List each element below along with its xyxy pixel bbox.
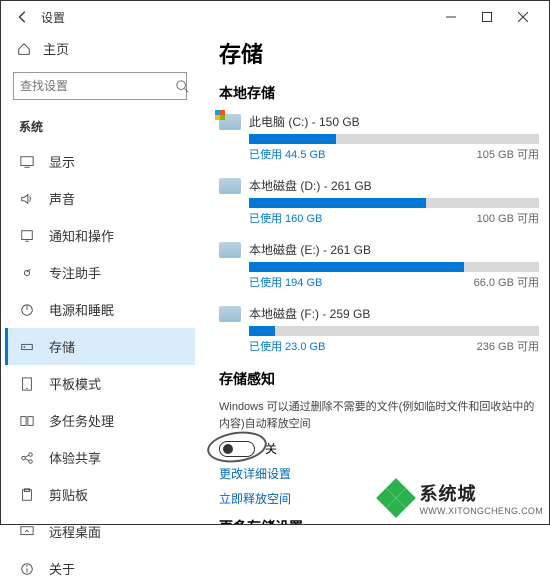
drive-bar [249, 134, 539, 144]
drive-name: 本地磁盘 (D:) - 261 GB [249, 177, 372, 194]
sidebar: 主页 系统 显示 声音 通知和操作 专注助手 电源和睡眠 存储 [1, 33, 199, 524]
share-icon [19, 450, 35, 466]
drive-free: 100 GB 可用 [477, 210, 539, 226]
nav-label: 电源和睡眠 [49, 300, 114, 319]
remote-icon [19, 524, 35, 540]
sidebar-item-focus[interactable]: 专注助手 [5, 254, 195, 291]
home-icon [17, 42, 31, 56]
nav-label: 显示 [49, 152, 75, 171]
sidebar-item-shared[interactable]: 体验共享 [5, 439, 195, 476]
nav-label: 多任务处理 [49, 411, 114, 430]
display-icon [19, 154, 35, 170]
watermark-url: WWW.XITONGCHENG.COM [419, 506, 543, 516]
drive-bar [249, 262, 539, 272]
drive-used: 已使用 44.5 GB [249, 146, 325, 162]
home-nav[interactable]: 主页 [5, 33, 195, 64]
page-title: 存储 [219, 37, 539, 69]
drive-free: 236 GB 可用 [477, 338, 539, 354]
info-icon [19, 561, 35, 577]
search-icon [175, 79, 189, 93]
window-title: 设置 [41, 9, 65, 26]
clipboard-icon [19, 487, 35, 503]
drive-icon [219, 178, 241, 194]
tablet-icon [19, 376, 35, 392]
nav-label: 专注助手 [49, 263, 101, 282]
storage-sense-toggle[interactable] [219, 441, 255, 457]
sidebar-item-power[interactable]: 电源和睡眠 [5, 291, 195, 328]
back-button[interactable] [9, 3, 37, 31]
drive-row[interactable]: 本地磁盘 (D:) - 261 GB 已使用 160 GB 100 GB 可用 [219, 177, 539, 227]
nav-label: 关于 [49, 559, 75, 578]
sidebar-item-display[interactable]: 显示 [5, 143, 195, 180]
sound-icon [19, 191, 35, 207]
nav-label: 存储 [49, 337, 75, 356]
drive-used: 已使用 23.0 GB [249, 338, 325, 354]
drive-used: 已使用 160 GB [249, 210, 322, 226]
notification-icon [19, 228, 35, 244]
toggle-label: 关 [265, 440, 277, 457]
watermark: 系统城 WWW.XITONGCHENG.COM [379, 480, 543, 516]
drive-used: 已使用 194 GB [249, 274, 322, 290]
maximize-button[interactable] [469, 3, 505, 31]
sidebar-item-about[interactable]: 关于 [5, 550, 195, 587]
storage-sense-title: 存储感知 [219, 369, 539, 389]
search-input-wrap[interactable] [13, 72, 187, 100]
drive-name: 此电脑 (C:) - 150 GB [249, 113, 360, 130]
more-storage-title: 更多存储设置 [219, 517, 539, 524]
drive-icon [219, 306, 241, 322]
drive-free: 105 GB 可用 [477, 146, 539, 162]
sidebar-item-clipboard[interactable]: 剪贴板 [5, 476, 195, 513]
drive-icon [219, 114, 241, 130]
sidebar-item-multitask[interactable]: 多任务处理 [5, 402, 195, 439]
multitask-icon [19, 413, 35, 429]
drive-bar [249, 326, 539, 336]
sidebar-section: 系统 [5, 112, 195, 143]
drive-bar [249, 198, 539, 208]
nav-label: 平板模式 [49, 374, 101, 393]
nav-label: 声音 [49, 189, 75, 208]
sidebar-item-remote[interactable]: 远程桌面 [5, 513, 195, 550]
close-button[interactable] [505, 3, 541, 31]
nav-label: 剪贴板 [49, 485, 88, 504]
drive-icon [219, 242, 241, 258]
focus-icon [19, 265, 35, 281]
storage-icon [19, 339, 35, 355]
power-icon [19, 302, 35, 318]
drive-name: 本地磁盘 (F:) - 259 GB [249, 305, 370, 322]
main-content: 存储 本地存储 此电脑 (C:) - 150 GB 已使用 44.5 GB 10… [199, 33, 549, 524]
watermark-brand: 系统城 [419, 480, 543, 506]
home-label: 主页 [43, 39, 69, 58]
storage-sense-desc: Windows 可以通过删除不需要的文件(例如临时文件和回收站中的内容)自动释放… [219, 399, 539, 432]
watermark-logo-icon [379, 481, 413, 515]
nav-label: 通知和操作 [49, 226, 114, 245]
drive-row[interactable]: 本地磁盘 (F:) - 259 GB 已使用 23.0 GB 236 GB 可用 [219, 305, 539, 355]
sidebar-item-notifications[interactable]: 通知和操作 [5, 217, 195, 254]
drive-name: 本地磁盘 (E:) - 261 GB [249, 241, 371, 258]
sidebar-item-storage[interactable]: 存储 [5, 328, 195, 365]
search-input[interactable] [20, 79, 175, 93]
sidebar-item-sound[interactable]: 声音 [5, 180, 195, 217]
drive-free: 66.0 GB 可用 [474, 274, 539, 290]
sidebar-item-tablet[interactable]: 平板模式 [5, 365, 195, 402]
local-storage-title: 本地存储 [219, 83, 539, 103]
drive-row[interactable]: 此电脑 (C:) - 150 GB 已使用 44.5 GB 105 GB 可用 [219, 113, 539, 163]
drive-row[interactable]: 本地磁盘 (E:) - 261 GB 已使用 194 GB 66.0 GB 可用 [219, 241, 539, 291]
nav-label: 体验共享 [49, 448, 101, 467]
minimize-button[interactable] [433, 3, 469, 31]
